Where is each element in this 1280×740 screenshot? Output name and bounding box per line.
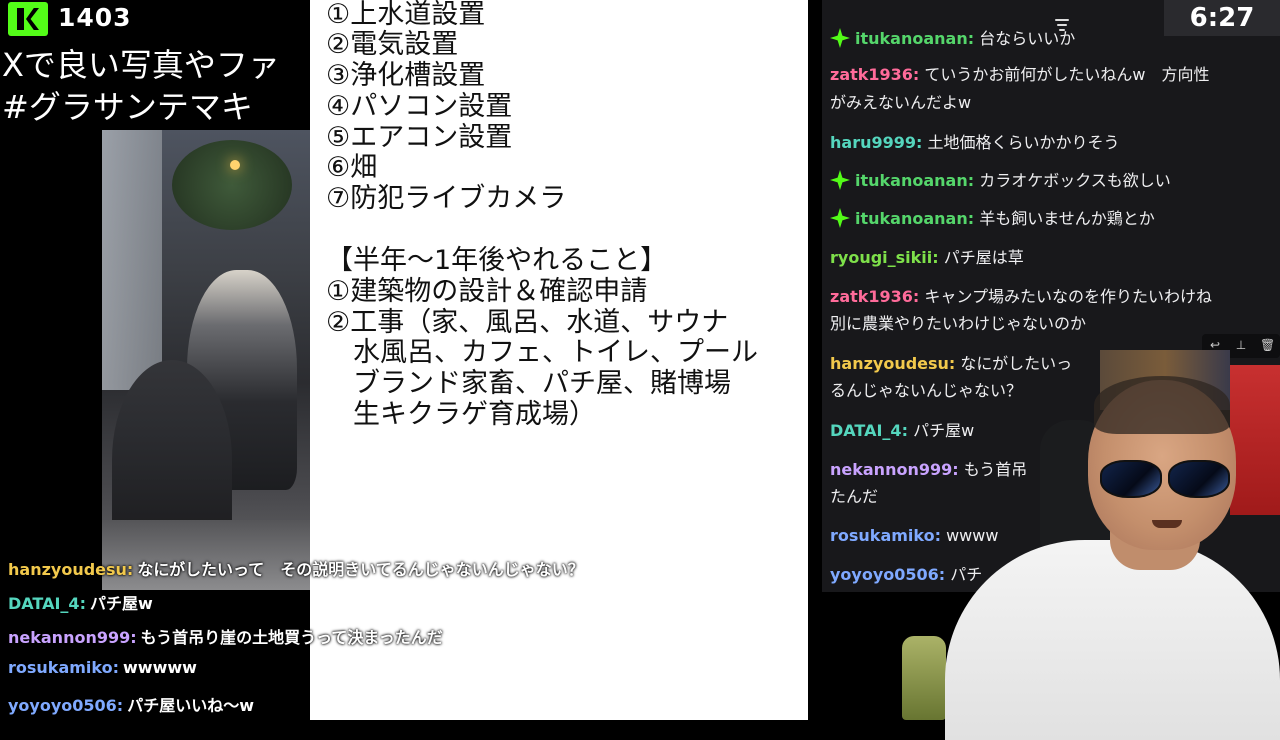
cam-red-jacket — [1230, 365, 1280, 515]
chat-username: hanzyoudesu: — [8, 560, 134, 579]
doc-line: ⑦防犯ライブカメラ — [326, 183, 567, 214]
stream-title-line-2: #グラサンテマキ — [2, 88, 253, 126]
chat-message-row: itukanoanan: カラオケボックスも欲しい — [830, 168, 1171, 194]
chat-message: なにがしたいっ — [960, 354, 1073, 373]
doc-line: ⑥畑 — [326, 152, 378, 183]
chat-message: ていうかお前何がしたいねんw 方向性 — [924, 65, 1210, 84]
doc-line: ⑤エアコン設置 — [326, 122, 513, 153]
streamer-mouth — [1152, 520, 1182, 528]
sparkle-badge-icon — [830, 208, 850, 228]
chat-username[interactable]: zatk1936: — [830, 287, 919, 306]
street-photo — [102, 130, 310, 590]
chat-message: 台ならいいか — [979, 29, 1076, 48]
chat-message-row: zatk1936: キャンプ場みたいなのを作りたいわけね — [830, 284, 1212, 310]
plan-document: ①上水道設置 ②電気設置 ③浄化槽設置 ④パソコン設置 ⑤エアコン設置 ⑥畑 ⑦… — [310, 0, 808, 720]
viewer-count: 1403 — [58, 3, 132, 32]
chat-username[interactable]: itukanoanan: — [855, 209, 974, 228]
chat-message: パチ屋は草 — [943, 248, 1024, 267]
overlay-chat-line: hanzyoudesu: なにがしたいって その説明きいてるんじゃないんじゃない？ — [8, 556, 584, 580]
overlay-chat-line: DATAI_4: パチ屋w — [8, 590, 153, 614]
chat-message: カラオケボックスも欲しい — [979, 171, 1171, 190]
chat-username: rosukamiko: — [8, 658, 119, 677]
chat-username[interactable]: nekannon999: — [830, 460, 959, 479]
pin-icon[interactable]: ⊥ — [1234, 338, 1248, 352]
chat-message-continuation: るんじゃないんじゃない？ — [830, 381, 1023, 400]
doc-line: 水風呂、カフェ、トイレ、プール — [326, 337, 758, 368]
stream-timer: 6:27 — [1164, 0, 1280, 36]
chat-message-row: nekannon999: もう首吊 — [830, 457, 1027, 483]
chat-username[interactable]: itukanoanan: — [855, 171, 974, 190]
chat-message: なにがしたいって その説明きいてるんじゃないんじゃない？ — [137, 560, 584, 579]
chat-message-row: DATAI_4: パチ屋w — [830, 418, 974, 444]
chat-message-continuation: 別に農業やりたいわけじゃないのか — [830, 314, 1087, 333]
chat-message: パチ屋w — [913, 421, 975, 440]
doc-line: ①建築物の設計＆確認申請 — [326, 276, 648, 307]
chat-username: nekannon999: — [8, 628, 137, 647]
overlay-chat-line: nekannon999: もう首吊り崖の土地買うって決まったんだ — [8, 624, 443, 648]
kick-logo-icon — [8, 2, 48, 36]
overlay-chat-line: yoyoyo0506: パチ屋いいね〜w — [8, 692, 254, 716]
photo-building — [102, 130, 162, 390]
chat-username[interactable]: hanzyoudesu: — [830, 354, 955, 373]
doc-line: ②工事（家、風呂、水道、サウナ — [326, 307, 729, 338]
chat-message: wwww — [946, 526, 999, 545]
chat-message: 羊も飼いませんか鶏とか — [979, 209, 1155, 228]
chat-message: wwwww — [123, 658, 197, 677]
chat-message-continuation: たんだ — [830, 487, 879, 506]
sparkle-badge-icon — [830, 170, 850, 190]
streamer-hair — [1094, 376, 1230, 434]
doc-line: ④パソコン設置 — [326, 91, 513, 122]
chat-username: yoyoyo0506: — [8, 696, 124, 715]
chat-message: パチ屋w — [89, 594, 153, 613]
sunglasses-lens-right — [1168, 460, 1230, 498]
chat-username[interactable]: itukanoanan: — [855, 29, 974, 48]
chat-message-row: zatk1936: ていうかお前何がしたいねんw 方向性 — [830, 62, 1210, 88]
cam-bottle — [902, 636, 946, 720]
chat-message-continuation: がみえないんだよw — [830, 93, 972, 112]
trash-icon[interactable]: 🗑 — [1260, 338, 1275, 352]
chat-username[interactable]: ryougi_sikii: — [830, 248, 939, 267]
overlay-chat-line: rosukamiko: wwwww — [8, 658, 197, 677]
chat-message-row: ryougi_sikii: パチ屋は草 — [830, 245, 1024, 271]
doc-line: 生キクラゲ育成場） — [326, 399, 596, 430]
chat-message: 土地価格くらいかかりそう — [927, 133, 1120, 152]
chat-message-row: rosukamiko: wwww — [830, 523, 998, 549]
photo-streetlight — [230, 160, 240, 170]
sunglasses-lens-left — [1100, 460, 1162, 498]
chat-message-row: haru9999: 土地価格くらいかかりそう — [830, 130, 1120, 156]
sparkle-badge-icon — [830, 28, 850, 48]
stream-title-line-1: Xで良い写真やファ — [2, 46, 280, 84]
chat-message-row: hanzyoudesu: なにがしたいっ — [830, 351, 1072, 377]
chat-message: パチ — [950, 565, 983, 584]
chat-username: DATAI_4: — [8, 594, 86, 613]
doc-line: ①上水道設置 — [326, 0, 486, 30]
chat-username[interactable]: zatk1936: — [830, 65, 919, 84]
chat-username[interactable]: haru9999: — [830, 133, 922, 152]
chat-message: もう首吊り崖の土地買うって決まったんだ — [140, 628, 443, 647]
doc-line: ②電気設置 — [326, 29, 459, 60]
chat-message: もう首吊 — [963, 460, 1028, 479]
left-overlay: 1403 Xで良い写真やファ #グラサンテマキ hanzyoudesu: なにがし… — [0, 0, 584, 720]
chat-username[interactable]: yoyoyo0506: — [830, 565, 945, 584]
chat-message: パチ屋いいね〜w — [127, 696, 254, 715]
chat-username[interactable]: rosukamiko: — [830, 526, 941, 545]
chat-message-row: itukanoanan: 羊も飼いませんか鶏とか — [830, 206, 1155, 232]
chat-message: キャンプ場みたいなのを作りたいわけね — [924, 287, 1212, 306]
sunglasses-icon — [1100, 460, 1230, 498]
doc-line: ③浄化槽設置 — [326, 60, 486, 91]
photo-tree — [172, 140, 292, 230]
doc-line: ブランド家畜、パチ屋、賭博場 — [326, 368, 731, 399]
doc-section-heading: 【半年～1年後やれること】 — [326, 245, 668, 276]
chat-message-row: yoyoyo0506: パチ — [830, 562, 982, 588]
chat-username[interactable]: DATAI_4: — [830, 421, 908, 440]
chat-message-row: itukanoanan: 台ならいいか — [830, 26, 1075, 52]
